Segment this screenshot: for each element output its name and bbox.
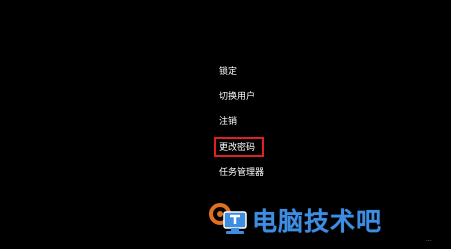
menu-item-switch-user[interactable]: 切换用户	[219, 90, 255, 104]
menu-item-change-password[interactable]: 更改密码	[214, 137, 264, 157]
menu-item-lock[interactable]: 锁定	[219, 65, 237, 79]
watermark-brand-text: 电脑技术吧	[252, 207, 383, 236]
menu-item-sign-out[interactable]: 注销	[219, 115, 237, 129]
change-password-label: 更改密码	[219, 143, 256, 153]
watermark: 电脑技术吧 ...	[206, 196, 451, 249]
menu-item-task-manager[interactable]: 任务管理器	[219, 166, 264, 180]
security-options-screen: 锁定 切换用户 注销 更改密码 任务管理器 电脑技术吧 ...	[0, 0, 451, 249]
watermark-url: ...	[426, 236, 432, 243]
computer-gear-logo-icon	[209, 203, 247, 234]
